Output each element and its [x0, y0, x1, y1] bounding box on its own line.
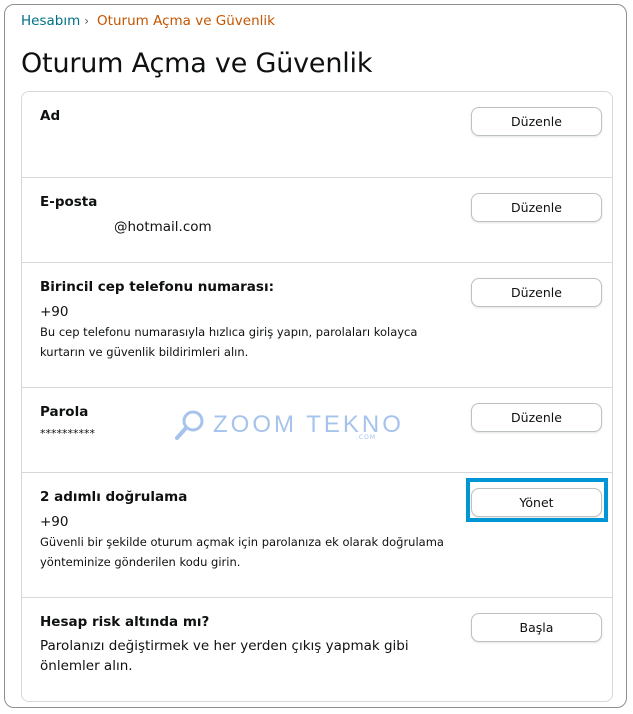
edit-password-button[interactable]: Düzenle: [471, 403, 602, 432]
account-risk-description: Parolanızı değiştirmek ve her yerden çık…: [40, 638, 409, 674]
two-step-label: 2 adımlı doğrulama: [40, 489, 188, 505]
phone-value: +90: [40, 304, 69, 320]
breadcrumb-current: Oturum Açma ve Güvenlik: [97, 13, 275, 29]
watermark-sub: .COM: [356, 434, 376, 441]
password-label: Parola: [40, 404, 89, 420]
account-risk-label: Hesap risk altında mı?: [40, 614, 210, 630]
edit-name-button[interactable]: Düzenle: [471, 107, 602, 136]
phone-label: Birincil cep telefonu numarası:: [40, 279, 274, 295]
two-step-description: Güvenli bir şekilde oturum açmak için pa…: [40, 535, 444, 569]
email-label: E-posta: [40, 194, 98, 210]
edit-email-button[interactable]: Düzenle: [471, 193, 602, 222]
breadcrumb: Hesabım › Oturum Açma ve Güvenlik: [21, 12, 275, 30]
password-value: **********: [40, 427, 95, 440]
breadcrumb-link-hesabim[interactable]: Hesabım: [21, 12, 80, 30]
phone-row: Birincil cep telefonu numarası: +90 Bu c…: [22, 262, 612, 388]
highlight-frame: [466, 478, 608, 522]
edit-phone-button[interactable]: Düzenle: [471, 278, 602, 307]
start-button[interactable]: Başla: [471, 613, 602, 642]
email-value: @hotmail.com: [114, 219, 212, 235]
security-settings-card: Ad Düzenle E-posta @hotmail.com Düzenle …: [21, 91, 613, 702]
breadcrumb-separator-icon: ›: [84, 14, 90, 28]
two-step-phone-value: +90: [40, 514, 69, 530]
name-label: Ad: [40, 108, 61, 124]
phone-description: Bu cep telefonu numarasıyla hızlıca giri…: [40, 325, 418, 359]
magnifier-icon: [175, 410, 204, 440]
name-row: Ad Düzenle: [22, 92, 612, 178]
page-title: Oturum Açma ve Güvenlik: [21, 48, 373, 79]
email-row: E-posta @hotmail.com Düzenle: [22, 177, 612, 263]
account-risk-row: Hesap risk altında mı? Parolanızı değişt…: [22, 597, 612, 702]
